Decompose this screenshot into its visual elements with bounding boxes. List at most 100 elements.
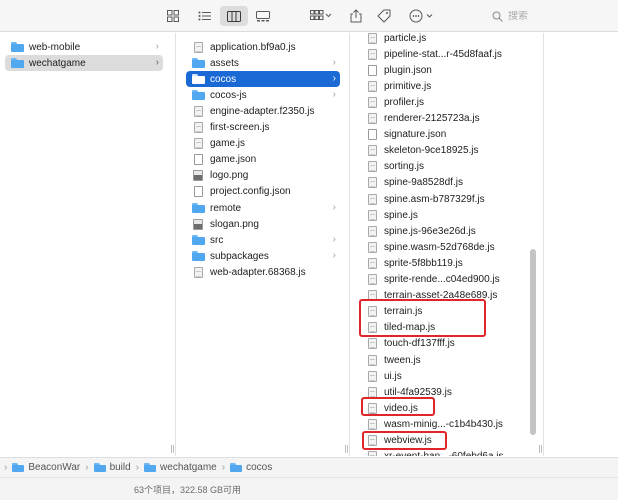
search-input[interactable] [508, 10, 608, 22]
item-label: remote [210, 202, 242, 214]
script-file-icon [366, 338, 378, 350]
file-row[interactable]: game.js [186, 136, 340, 152]
file-row[interactable]: game.json [186, 152, 340, 168]
folder-row[interactable]: remote › [186, 200, 340, 216]
json-file-icon [192, 154, 204, 166]
file-row[interactable]: particle.js [360, 33, 535, 46]
script-file-icon [366, 451, 378, 456]
script-file-icon [192, 138, 204, 150]
item-label: tween.js [384, 354, 421, 366]
item-label: renderer-2125723a.js [384, 113, 480, 124]
file-row[interactable]: wasm-minig...-c1b4b430.js [360, 416, 535, 432]
folder-row[interactable]: cocos › [186, 71, 340, 88]
file-row[interactable]: first-screen.js [186, 120, 340, 136]
folder-row[interactable]: wechatgame › [5, 55, 163, 72]
column-resize-handle[interactable] [345, 445, 348, 453]
icon-view-button[interactable] [165, 6, 181, 26]
gallery-view-button[interactable] [249, 6, 277, 26]
breadcrumb-label: BeaconWar [28, 462, 81, 473]
file-row[interactable]: slogan.png [186, 216, 340, 232]
chevron-right-icon: › [332, 73, 336, 85]
file-row[interactable]: terrain-asset-2a48e689.js [360, 288, 535, 304]
columns-icon [227, 10, 241, 22]
file-row[interactable]: spine-9a8528df.js [360, 175, 535, 191]
breadcrumb-item[interactable]: wechatgame [144, 462, 217, 473]
search-icon [492, 11, 503, 22]
view-switcher [183, 6, 283, 26]
file-row[interactable]: spine.js [360, 207, 535, 223]
script-file-icon [366, 354, 378, 366]
file-row[interactable]: web-adapter.68368.js [186, 264, 340, 280]
folder-row[interactable]: assets › [186, 55, 340, 71]
script-file-icon [366, 241, 378, 253]
item-label: cocos [210, 73, 237, 85]
folder-row[interactable]: cocos-js › [186, 87, 340, 103]
folder-row[interactable]: src › [186, 232, 340, 248]
file-row[interactable]: xr-event-han...-60febd6a.js [360, 449, 535, 456]
file-row[interactable]: tween.js [360, 352, 535, 368]
breadcrumb-item[interactable]: build [93, 462, 131, 473]
item-label: skeleton-9ce18925.js [384, 145, 479, 157]
file-row[interactable]: engine-adapter.f2350.js [186, 103, 340, 119]
folder-icon [192, 89, 205, 101]
file-row[interactable]: webview.js [360, 433, 535, 449]
script-file-icon [366, 225, 378, 237]
file-row[interactable]: application.bf9a0.js [186, 39, 340, 55]
file-row[interactable]: signature.json [360, 127, 535, 143]
folder-icon [93, 463, 106, 472]
tag-icon [377, 9, 391, 23]
item-label: game.js [210, 138, 246, 150]
column-view-button[interactable] [220, 6, 248, 26]
item-label: webview.js [384, 435, 432, 446]
file-row[interactable]: plugin.json [360, 62, 535, 78]
tags-button[interactable] [375, 6, 393, 26]
file-row[interactable]: spine.asm-b787329f.js [360, 191, 535, 207]
breadcrumb-item[interactable]: BeaconWar [12, 462, 80, 473]
file-row[interactable]: spine.js-96e3e26d.js [360, 223, 535, 239]
file-row[interactable]: renderer-2125723a.js [360, 111, 535, 127]
file-row[interactable]: tiled-map.js [360, 320, 535, 336]
item-label: terrain-asset-2a48e689.js [384, 290, 498, 302]
folder-icon [192, 234, 205, 246]
script-file-icon [366, 96, 378, 108]
share-button[interactable] [348, 6, 364, 26]
folder-row[interactable]: subpackages › [186, 248, 340, 264]
file-row[interactable]: util-4fa92539.js [360, 384, 535, 400]
file-row[interactable]: skeleton-9ce18925.js [360, 143, 535, 159]
file-row[interactable]: profiler.js [360, 94, 535, 110]
column-resize-handle[interactable] [539, 445, 542, 453]
file-row[interactable]: spine.wasm-52d768de.js [360, 239, 535, 255]
gallery-icon [256, 10, 270, 21]
column-resize-handle[interactable] [171, 445, 174, 453]
search-field[interactable] [488, 6, 618, 26]
item-label: spine.js-96e3e26d.js [384, 225, 476, 237]
script-file-icon [366, 209, 378, 221]
vertical-scrollbar[interactable] [530, 249, 536, 435]
file-row[interactable]: sprite-rende...c04ed900.js [360, 272, 535, 288]
item-label: signature.json [384, 129, 447, 141]
group-by-button[interactable] [306, 6, 336, 26]
file-row[interactable]: terrain.js [360, 304, 535, 320]
item-label: sprite-5f8bb119.js [384, 257, 463, 269]
file-row[interactable]: sprite-5f8bb119.js [360, 255, 535, 271]
file-row[interactable]: primitive.js [360, 78, 535, 94]
file-row[interactable]: sorting.js [360, 159, 535, 175]
item-label: project.config.json [210, 186, 291, 198]
file-row[interactable]: logo.png [186, 168, 340, 184]
file-row[interactable]: touch-df137fff.js [360, 336, 535, 352]
list-view-button[interactable] [191, 6, 219, 26]
file-row[interactable]: video.js [360, 400, 535, 416]
folder-row[interactable]: web-mobile › [5, 39, 163, 55]
file-row[interactable]: project.config.json [186, 184, 340, 200]
script-file-icon [366, 257, 378, 269]
more-actions-button[interactable] [406, 6, 438, 26]
script-file-icon [366, 33, 378, 44]
script-file-icon [366, 193, 378, 205]
item-label: spine.asm-b787329f.js [384, 193, 485, 205]
file-row[interactable]: ui.js [360, 368, 535, 384]
column-wechatgame-parent: web-mobile › wechatgame › [0, 33, 170, 456]
breadcrumb-item[interactable]: cocos [230, 462, 272, 473]
folder-icon [192, 250, 205, 262]
item-label: touch-df137fff.js [384, 338, 455, 350]
file-row[interactable]: pipeline-stat...r-45d8faaf.js [360, 46, 535, 62]
